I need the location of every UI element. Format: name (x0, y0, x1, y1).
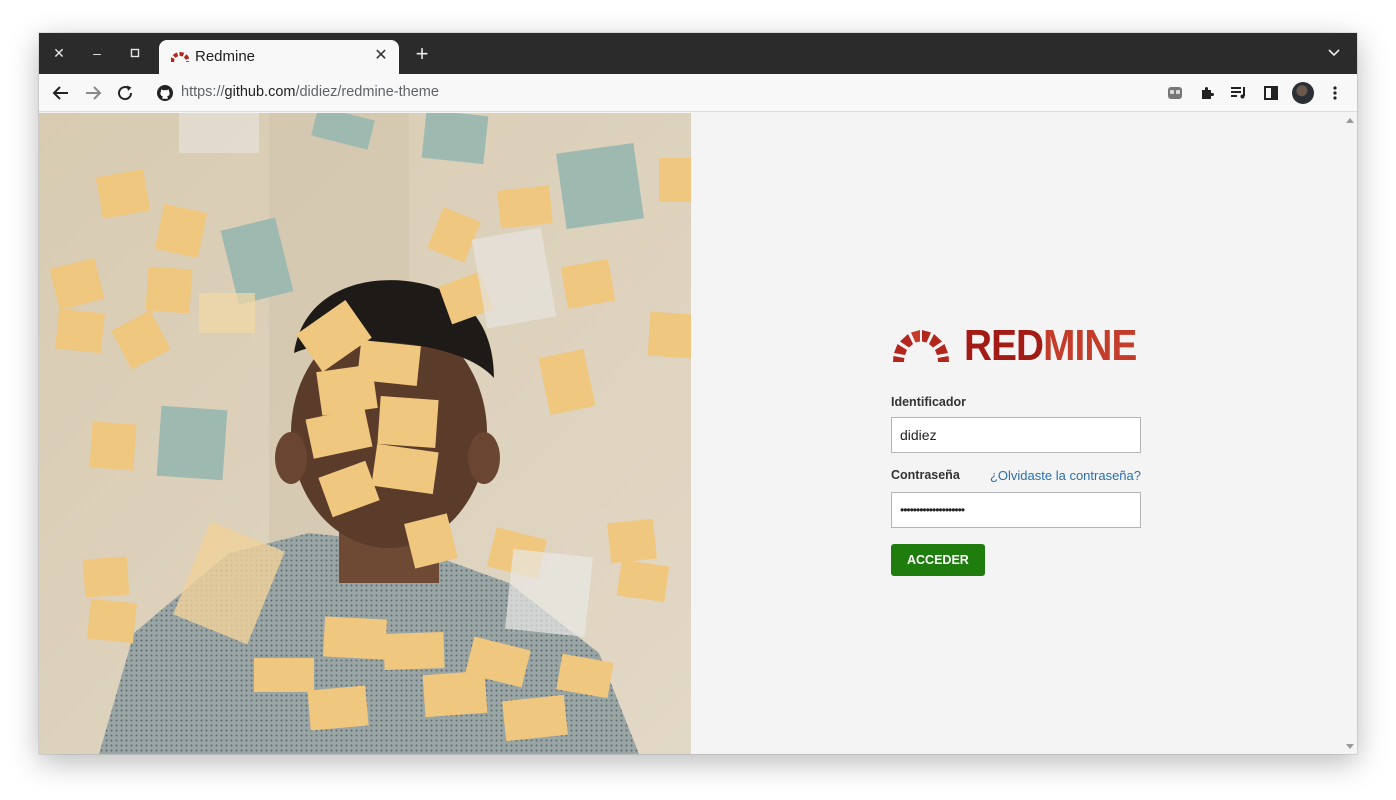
tab-search-icon[interactable] (1325, 45, 1343, 63)
back-icon[interactable] (50, 82, 72, 104)
login-submit-button[interactable]: ACCEDER (891, 544, 985, 576)
new-tab-icon[interactable]: + (411, 43, 433, 66)
tab-redmine[interactable]: Redmine ✕ (159, 40, 399, 74)
browser-window: ✕ – Redmine ✕ + https://github.com/didie… (39, 33, 1357, 754)
reading-list-icon[interactable] (1228, 82, 1250, 104)
url-scheme: https:// (181, 84, 225, 100)
forgot-password-link[interactable]: ¿Olvidaste la contraseña? (990, 468, 1141, 483)
extensions-icon[interactable] (1196, 82, 1218, 104)
tab-close-icon[interactable]: ✕ (371, 46, 391, 66)
menu-icon[interactable] (1324, 82, 1346, 104)
github-icon (157, 85, 173, 101)
logo-text-rest: MINE (1043, 321, 1137, 370)
logo-text-red: RED (964, 321, 1044, 370)
username-field[interactable]: didiez (891, 417, 1141, 453)
username-label: Identificador (891, 395, 967, 409)
password-label-row: Contraseña ¿Olvidaste la contraseña? (891, 468, 1141, 484)
redmine-favicon (171, 52, 189, 63)
login-pane: REDMINE Identificador didiez Contraseña … (691, 113, 1357, 754)
url-host: github.com (224, 84, 296, 100)
maximize-icon[interactable] (125, 43, 145, 63)
media-icon[interactable] (1164, 82, 1186, 104)
browser-toolbar: https://github.com/didiez/redmine-theme (39, 74, 1357, 112)
login-form: REDMINE Identificador didiez Contraseña … (891, 321, 1141, 576)
redmine-logo-text: REDMINE (964, 321, 1137, 371)
tab-title: Redmine (195, 48, 256, 65)
vertical-scrollbar[interactable] (1343, 113, 1357, 754)
url-path: /didiez/redmine-theme (295, 84, 439, 100)
url-text: https://github.com/didiez/redmine-theme (181, 84, 439, 100)
forward-icon[interactable] (82, 82, 104, 104)
sticky-notes-photo (39, 113, 691, 754)
redmine-logo-icon (893, 330, 949, 362)
address-bar[interactable]: https://github.com/didiez/redmine-theme (151, 78, 1151, 108)
scroll-down-arrow-icon[interactable] (1346, 744, 1354, 749)
close-icon[interactable]: ✕ (49, 43, 69, 63)
login-background-image (39, 113, 691, 754)
page-content: REDMINE Identificador didiez Contraseña … (39, 113, 1357, 754)
password-field[interactable]: •••••••••••••••••••• (891, 492, 1141, 528)
scroll-up-arrow-icon[interactable] (1346, 118, 1354, 123)
redmine-logo: REDMINE (891, 321, 1141, 370)
side-panel-icon[interactable] (1260, 82, 1282, 104)
avatar[interactable] (1292, 82, 1314, 104)
minimize-icon[interactable]: – (87, 43, 107, 63)
tab-strip: ✕ – Redmine ✕ + (39, 33, 1357, 74)
reload-icon[interactable] (114, 82, 136, 104)
